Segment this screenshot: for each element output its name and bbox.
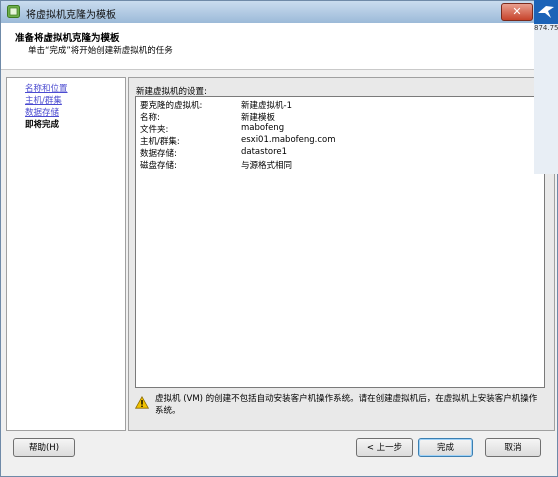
title-bar[interactable]: 将虚拟机克隆为模板 ✕	[1, 1, 557, 23]
page-subtitle: 单击“完成”将开始创建新虚拟机的任务	[28, 46, 173, 56]
setting-key: 名称:	[140, 113, 160, 123]
settings-summary-box: 要克隆的虚拟机: 新建虚拟机-1 名称: 新建模板 文件夹: mabofeng …	[135, 96, 545, 388]
setting-value: mabofeng	[241, 123, 285, 133]
setting-key: 要克隆的虚拟机:	[140, 101, 203, 111]
setting-value: 与源格式相同	[241, 161, 293, 171]
setting-value: datastore1	[241, 147, 288, 157]
setting-key: 文件夹:	[140, 125, 169, 135]
table-row: 名称: 新建模板	[140, 111, 540, 123]
network-speed-readout: 874.75 k	[534, 24, 558, 174]
cancel-button[interactable]: 取消	[485, 438, 541, 457]
help-button[interactable]: 帮助(H)	[13, 438, 75, 457]
table-row: 磁盘存储: 与源格式相同	[140, 159, 540, 171]
step-name-location-link[interactable]: 名称和位置	[25, 82, 68, 94]
vm-clone-app-icon	[7, 5, 20, 18]
wizard-step-list: 名称和位置 主机/群集 数据存储 即将完成	[6, 77, 126, 431]
table-row: 文件夹: mabofeng	[140, 123, 540, 135]
step-host-cluster-link[interactable]: 主机/群集	[25, 94, 62, 106]
setting-value: 新建模板	[241, 113, 276, 123]
setting-value: esxi01.mabofeng.com	[241, 135, 336, 145]
close-button[interactable]: ✕	[501, 3, 533, 21]
setting-key: 数据存储:	[140, 149, 177, 159]
bird-icon	[538, 6, 554, 18]
taskbar-app-badge[interactable]	[534, 0, 558, 24]
table-row: 数据存储: datastore1	[140, 147, 540, 159]
table-row: 主机/群集: esxi01.mabofeng.com	[140, 135, 540, 147]
step-ready-to-complete: 即将完成	[25, 120, 60, 130]
wizard-header: 准备将虚拟机克隆为模板 单击“完成”将开始创建新虚拟机的任务	[1, 23, 535, 70]
setting-key: 主机/群集:	[140, 137, 180, 147]
os-install-warning: 虚拟机 (VM) 的创建不包括自动安装客户机操作系统。请在创建虚拟机后，在虚拟机…	[134, 391, 547, 425]
summary-panel: 新建虚拟机的设置: 要克隆的虚拟机: 新建虚拟机-1 名称: 新建模板 文件夹:…	[128, 77, 555, 431]
step-datastore-link[interactable]: 数据存储	[25, 106, 59, 118]
finish-button[interactable]: 完成	[418, 438, 473, 457]
clone-to-template-dialog: 将虚拟机克隆为模板 ✕ 准备将虚拟机克隆为模板 单击“完成”将开始创建新虚拟机的…	[0, 0, 558, 477]
table-row: 要克隆的虚拟机: 新建虚拟机-1	[140, 99, 540, 111]
page-title: 准备将虚拟机克隆为模板	[15, 33, 120, 44]
setting-value: 新建虚拟机-1	[241, 101, 292, 111]
back-button[interactable]: < 上一步	[356, 438, 413, 457]
setting-key: 磁盘存储:	[140, 161, 177, 171]
warning-message: 虚拟机 (VM) 的创建不包括自动安装客户机操作系统。请在创建虚拟机后，在虚拟机…	[155, 394, 538, 416]
speed-value: 874.75 k	[534, 24, 558, 32]
warning-icon	[134, 395, 150, 412]
window-title: 将虚拟机克隆为模板	[26, 10, 116, 21]
button-bar: 帮助(H) < 上一步 完成 取消	[1, 433, 557, 476]
